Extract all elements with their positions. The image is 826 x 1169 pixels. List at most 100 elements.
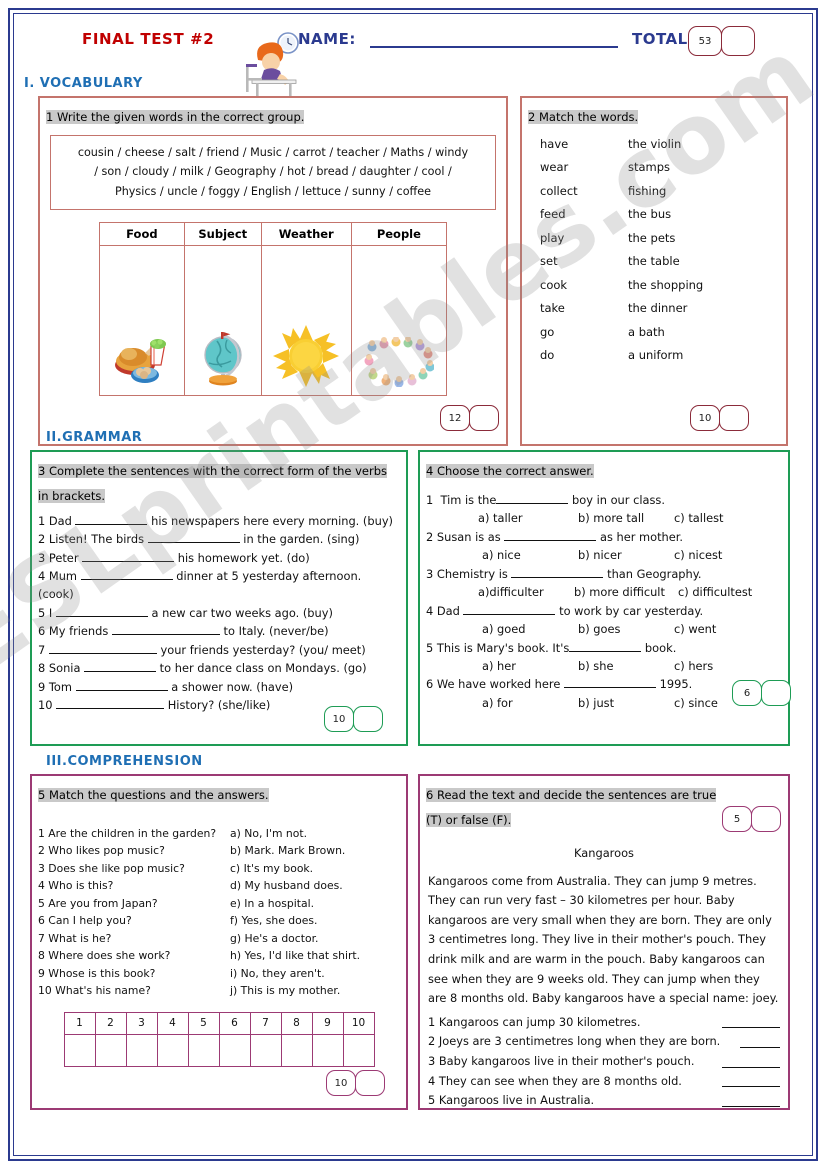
grammar-item[interactable]: 5 I a new car two weeks ago. (buy) (38, 604, 400, 622)
grammar-item[interactable]: 2 Listen! The birds in the garden. (sing… (38, 530, 400, 548)
match-row[interactable]: have the violin (540, 138, 786, 151)
option-c[interactable]: c) since (674, 694, 718, 712)
grid-header-cell: 5 (187, 1011, 220, 1035)
name-input-line[interactable] (370, 46, 618, 48)
option-b[interactable]: b) just (578, 694, 674, 712)
tf-blank[interactable] (722, 1027, 780, 1029)
grammar-item[interactable]: 1 Dad his newspapers here every morning.… (38, 512, 400, 530)
match-row[interactable]: go a bath (540, 326, 786, 339)
option-b[interactable]: b) more difficult (574, 583, 678, 601)
option-b[interactable]: b) goes (578, 620, 674, 638)
cell-subject[interactable] (183, 244, 262, 396)
fill-blank[interactable] (504, 539, 597, 541)
fill-blank[interactable] (84, 671, 157, 673)
exercise-5-answer-grid[interactable]: 1 2 3 4 5 6 7 8 9 10 (63, 1011, 375, 1067)
option-a[interactable]: a) for (482, 694, 578, 712)
grammar-item[interactable]: 4 Mum dinner at 5 yesterday afternoon. (… (38, 567, 400, 604)
grid-answer-cell[interactable] (249, 1033, 282, 1067)
qa-row[interactable]: 7 What is he? g) He's a doctor. (38, 930, 400, 947)
fill-blank[interactable] (75, 689, 168, 691)
match-object: the bus (628, 207, 672, 222)
match-row[interactable]: wear stamps (540, 162, 786, 174)
grammar-item[interactable]: 8 Sonia to her dance class on Mondays. (… (38, 659, 400, 677)
option-c[interactable]: c) went (674, 620, 716, 638)
match-row[interactable]: do a uniform (540, 350, 786, 362)
option-a[interactable]: a) her (482, 657, 578, 675)
tf-statement[interactable]: 1 Kangaroos can jump 30 kilometres. (428, 1013, 780, 1033)
cell-people[interactable] (350, 244, 448, 396)
fill-blank[interactable] (563, 687, 656, 689)
tf-statement[interactable]: 4 They can see when they are 8 months ol… (428, 1072, 780, 1092)
grid-answer-cell[interactable] (342, 1033, 375, 1067)
grid-answer-cell[interactable] (280, 1033, 313, 1067)
tf-statement[interactable]: 3 Baby kangaroos live in their mother's … (428, 1052, 780, 1072)
grid-answer-cell[interactable] (156, 1033, 189, 1067)
exercise-3-earned-box[interactable] (353, 706, 383, 732)
tf-statement[interactable]: 5 Kangaroos live in Australia. (428, 1091, 780, 1111)
grammar-item[interactable]: 7 your friends yesterday? (you/ meet) (38, 641, 400, 659)
qa-row[interactable]: 9 Whose is this book? i) No, they aren't. (38, 965, 400, 982)
fill-blank[interactable] (56, 708, 165, 710)
fill-blank[interactable] (569, 650, 642, 652)
match-row[interactable]: set the table (540, 256, 786, 268)
option-b[interactable]: b) she (578, 657, 674, 675)
fill-blank[interactable] (496, 502, 569, 504)
answer-grid-input-row[interactable] (63, 1033, 375, 1067)
option-a[interactable]: a) taller (478, 509, 578, 527)
qa-row[interactable]: 1 Are the children in the garden? a) No, … (38, 825, 400, 842)
qa-row[interactable]: 4 Who is this? d) My husband does. (38, 877, 400, 894)
grid-answer-cell[interactable] (94, 1033, 127, 1067)
grid-answer-cell[interactable] (63, 1033, 96, 1067)
qa-row[interactable]: 10 What's his name? j) This is my mother. (38, 982, 400, 999)
qa-row[interactable]: 5 Are you from Japan? e) In a hospital. (38, 895, 400, 912)
option-a[interactable]: a)difficulter (478, 583, 574, 601)
total-earned-box[interactable] (721, 26, 755, 56)
match-row[interactable]: take the dinner (540, 303, 786, 315)
exercise-5-earned-box[interactable] (355, 1070, 385, 1096)
exercise-2-earned-box[interactable] (719, 405, 749, 431)
fill-blank[interactable] (511, 576, 604, 578)
qa-row[interactable]: 8 Where does she work? h) Yes, I'd like t… (38, 947, 400, 964)
option-c[interactable]: c) nicest (674, 546, 722, 564)
tf-blank[interactable] (722, 1086, 780, 1088)
option-b[interactable]: b) more tall (578, 509, 674, 527)
option-b[interactable]: b) nicer (578, 546, 674, 564)
grammar-item[interactable]: 6 My friends to Italy. (never/be) (38, 622, 400, 640)
fill-blank[interactable] (463, 613, 556, 615)
option-c[interactable]: c) hers (674, 657, 713, 675)
cell-weather[interactable] (260, 244, 352, 396)
option-c[interactable]: c) difficultest (678, 583, 752, 601)
exercise-1-earned-box[interactable] (469, 405, 499, 431)
grammar-item[interactable]: 3 Peter his homework yet. (do) (38, 549, 400, 567)
fill-blank[interactable] (75, 523, 148, 525)
fill-blank[interactable] (55, 615, 148, 617)
match-row[interactable]: play the pets (540, 232, 786, 245)
cell-food[interactable] (99, 244, 185, 396)
tf-blank[interactable] (740, 1047, 780, 1049)
match-row[interactable]: feed the bus (540, 209, 786, 221)
qa-row[interactable]: 6 Can I help you? f) Yes, she does. (38, 912, 400, 929)
qa-row[interactable]: 2 Who likes pop music? b) Mark. Mark Brow… (38, 842, 400, 859)
fill-blank[interactable] (80, 579, 173, 580)
grid-answer-cell[interactable] (125, 1033, 158, 1067)
fill-blank[interactable] (82, 560, 175, 562)
grid-answer-cell[interactable] (311, 1033, 344, 1067)
match-row[interactable]: collect fishing (540, 185, 786, 198)
option-a[interactable]: a) nice (482, 546, 578, 564)
fill-blank[interactable] (48, 652, 157, 654)
exercise-6-earned-box[interactable] (751, 806, 781, 832)
qa-row[interactable]: 3 Does she like pop music? c) It's my boo… (38, 860, 400, 877)
tf-statement[interactable]: 2 Joeys are 3 centimetres long when they… (428, 1032, 780, 1052)
grid-answer-cell[interactable] (187, 1033, 220, 1067)
match-row[interactable]: cook the shopping (540, 279, 786, 292)
option-c[interactable]: c) tallest (674, 509, 724, 527)
fill-blank[interactable] (147, 542, 240, 544)
option-a[interactable]: a) goed (482, 620, 578, 638)
grid-answer-cell[interactable] (218, 1033, 251, 1067)
grammar-item[interactable]: 9 Tom a shower now. (have) (38, 678, 400, 696)
exercise-4-earned-box[interactable] (761, 680, 791, 706)
table-answer-row[interactable] (99, 244, 448, 396)
fill-blank[interactable] (111, 634, 220, 636)
tf-blank[interactable] (722, 1105, 780, 1107)
tf-blank[interactable] (722, 1066, 780, 1068)
